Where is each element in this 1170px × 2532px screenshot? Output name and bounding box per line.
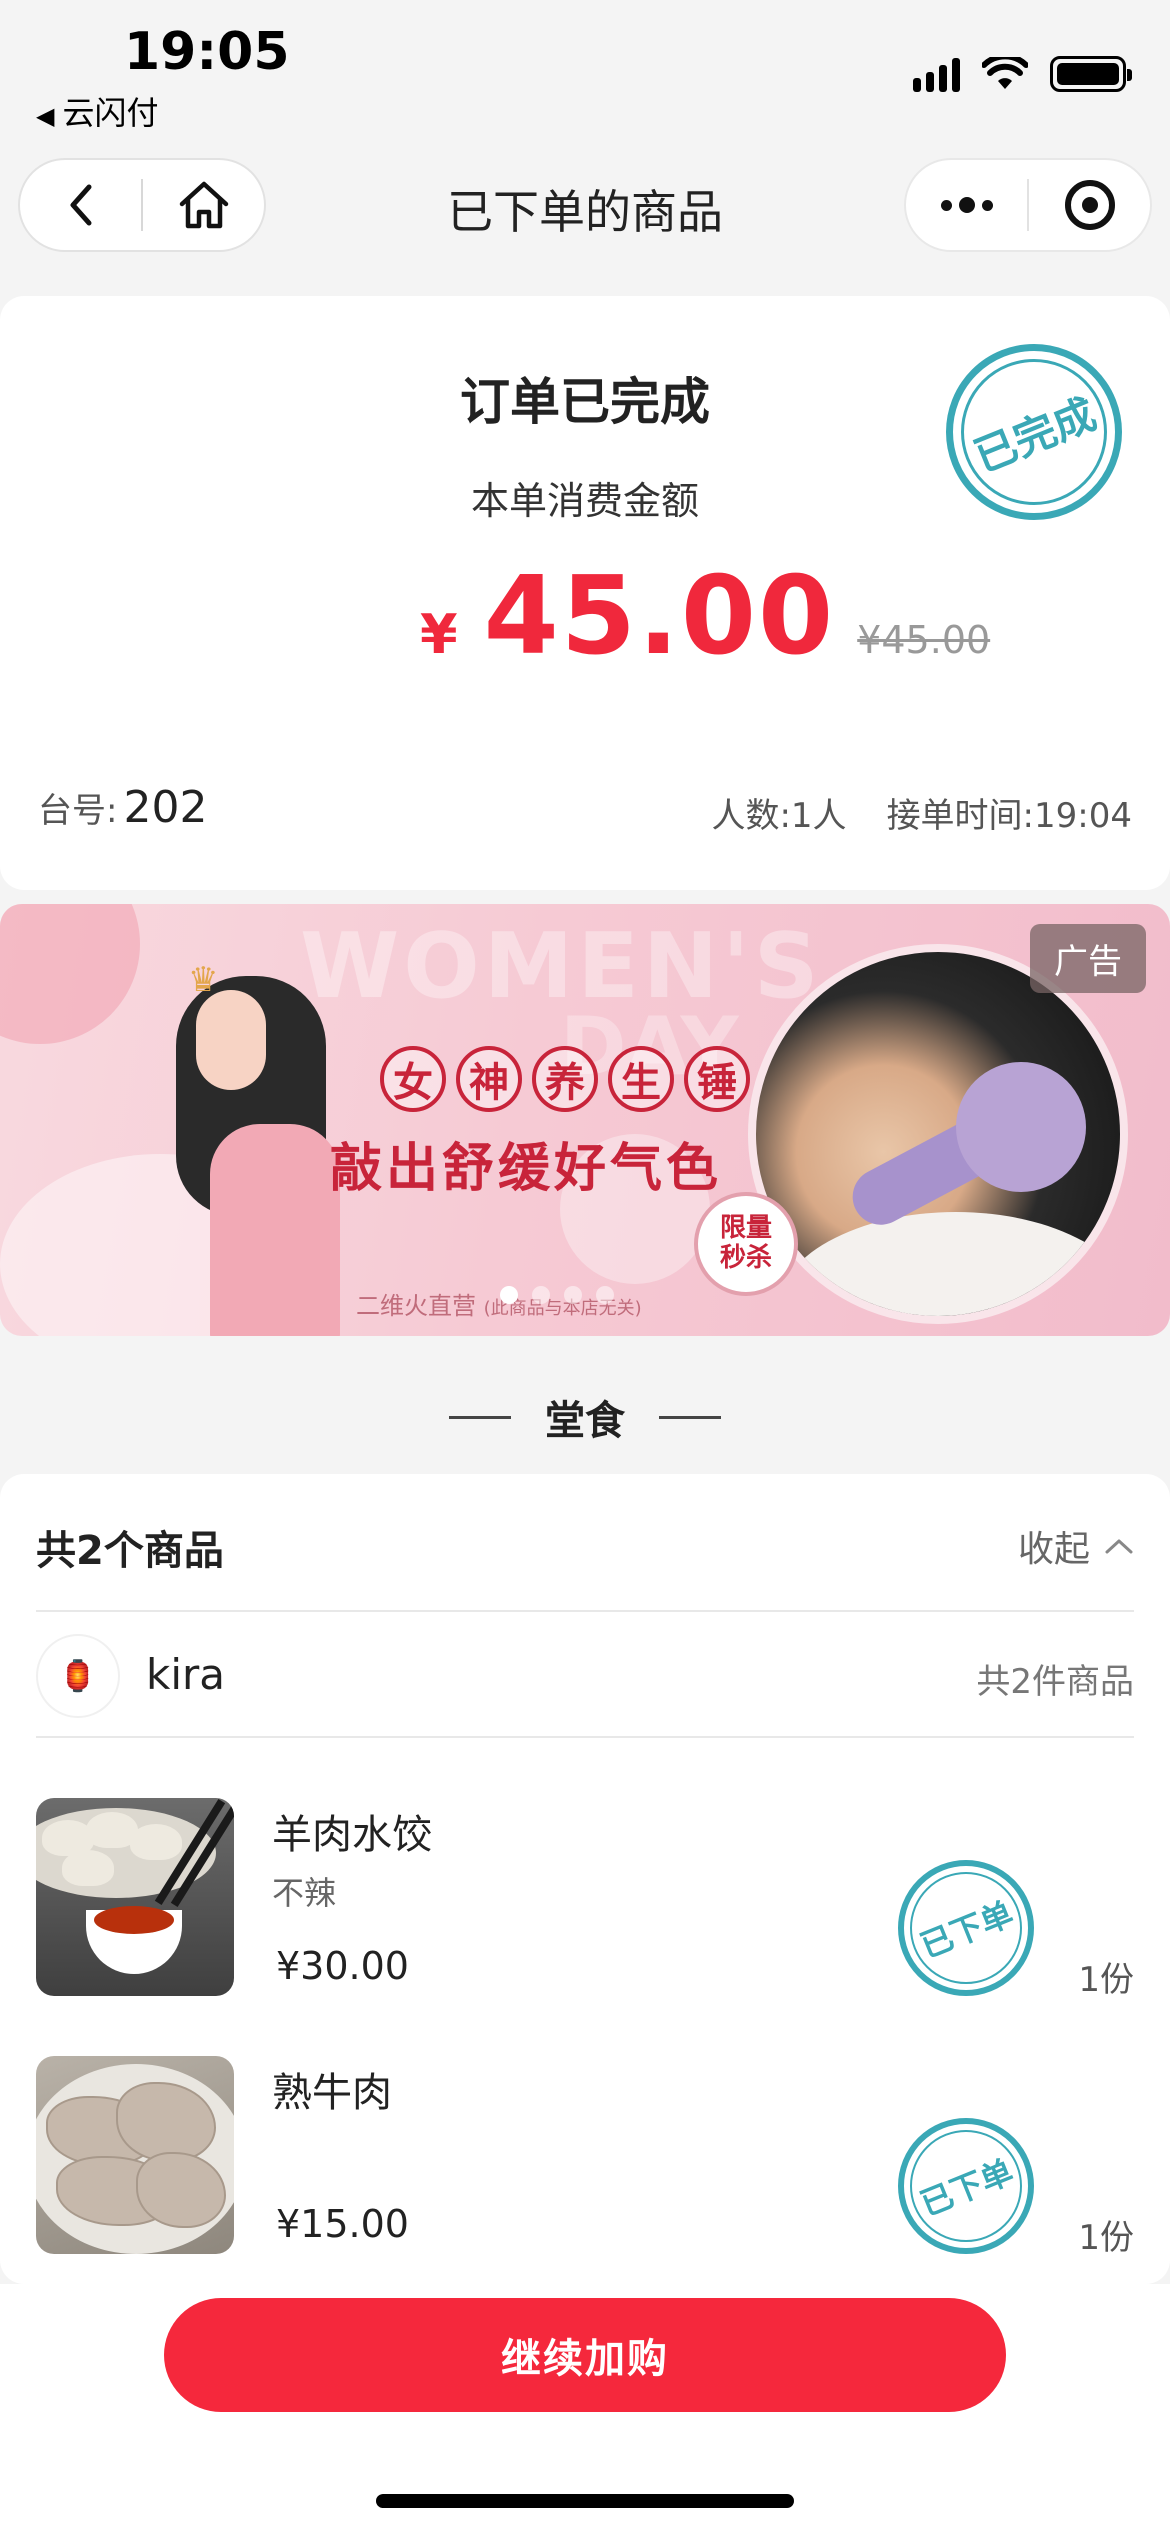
product-image	[36, 2056, 234, 2254]
wifi-icon	[982, 57, 1028, 91]
carousel-dot[interactable]	[596, 1286, 614, 1304]
collapse-label: 收起	[1017, 1529, 1090, 1570]
table-label: 台号:	[38, 791, 118, 831]
ad-headline-char: 神	[456, 1046, 522, 1112]
back-to-app-link[interactable]: ◀ 云闪付	[36, 88, 158, 134]
collapse-button[interactable]: 收起	[1018, 1520, 1134, 1572]
list-item[interactable]: 熟牛肉 ¥15.00 已下单 1份	[36, 2056, 1134, 2258]
navigation-bar: 已下单的商品	[0, 158, 1170, 256]
completed-stamp-text: 已完成	[967, 388, 1103, 482]
ad-decor-circle	[0, 904, 140, 1044]
ad-product-photo	[748, 944, 1128, 1324]
items-header: 共2个商品 收起	[36, 1474, 1134, 1612]
back-app-label: 云闪付	[62, 94, 159, 132]
people-count: 人数:1人	[711, 796, 847, 836]
product-image	[36, 1798, 234, 1996]
list-item[interactable]: 羊肉水饺 不辣 ¥30.00 已下单 1份	[36, 1798, 1134, 2000]
close-miniprogram-icon	[1064, 180, 1115, 230]
ordered-items-card: 共2个商品 收起 🏮 kira 共2件商品 羊肉水饺 不辣 ¥30.00 已下单…	[0, 1474, 1170, 2284]
completed-stamp: 已完成	[946, 344, 1122, 520]
product-quantity: 1份	[1078, 1960, 1134, 2000]
divider-line	[659, 1415, 721, 1419]
shop-row: 🏮 kira 共2件商品	[36, 1612, 1134, 1738]
status-bar: 19:05 ◀ 云闪付	[0, 0, 1170, 150]
ad-headline: 女 神 养 生 锤	[380, 1046, 750, 1112]
section-divider: 堂食	[0, 1388, 1170, 1446]
amount-row: ¥ 45.00 ¥45.00	[420, 554, 990, 679]
back-triangle-icon: ◀	[36, 102, 55, 130]
product-price: ¥15.00	[276, 2202, 409, 2246]
ordered-stamp-text: 已下单	[915, 1894, 1019, 1966]
product-name: 羊肉水饺	[272, 1812, 432, 1858]
shop-item-count: 共2件商品	[976, 1662, 1134, 1702]
ordered-stamp: 已下单	[898, 2118, 1034, 2254]
divider-line	[449, 1415, 511, 1419]
order-time: 接单时间:19:04	[886, 796, 1132, 836]
close-miniprogram-button[interactable]	[1029, 160, 1150, 250]
ad-tag: 广告	[1030, 924, 1146, 993]
ad-carousel-dots[interactable]	[500, 1286, 614, 1304]
ad-illustration-face	[196, 990, 266, 1090]
ad-headline-char: 养	[532, 1046, 598, 1112]
table-number: 202	[123, 782, 208, 833]
ordered-stamp: 已下单	[898, 1860, 1034, 1996]
ad-headline-char: 生	[608, 1046, 674, 1112]
carousel-dot-active[interactable]	[500, 1286, 518, 1304]
original-amount: ¥45.00	[857, 618, 991, 662]
order-meta: 人数:1人 接单时间:19:04	[711, 788, 1132, 837]
product-quantity: 1份	[1078, 2218, 1134, 2258]
ad-footer-brand: 二维火直营	[356, 1292, 476, 1320]
crown-icon: ♛	[188, 960, 219, 1000]
order-summary-card: 订单已完成 本单消费金额 ¥ 45.00 ¥45.00 已完成 台号: 202 …	[0, 296, 1170, 890]
shop-avatar: 🏮	[36, 1634, 120, 1718]
ad-headline-char: 女	[380, 1046, 446, 1112]
continue-ordering-button[interactable]: 继续加购	[164, 2298, 1006, 2412]
bottom-bar: 继续加购	[0, 2284, 1170, 2532]
shop-name: kira	[146, 1650, 225, 1699]
status-time: 19:05	[124, 22, 290, 82]
ordered-stamp-text: 已下单	[915, 2152, 1019, 2224]
signal-icon	[913, 56, 960, 92]
table-info: 台号: 202	[38, 782, 207, 833]
carousel-dot[interactable]	[532, 1286, 550, 1304]
more-icon	[940, 197, 993, 213]
ad-banner[interactable]: WOMEN'S DAY ♛ 女 神 养 生 锤 敲出舒缓好气色 限量 秒杀 二维火…	[0, 904, 1170, 1336]
home-indicator[interactable]	[376, 2494, 794, 2508]
status-icons	[913, 56, 1132, 92]
items-count: 共2个商品	[36, 1528, 224, 1574]
chevron-up-icon	[1105, 1539, 1133, 1554]
product-spec: 不辣	[272, 1874, 337, 1912]
more-button[interactable]	[906, 160, 1027, 250]
ad-seal-line: 限量	[719, 1213, 772, 1244]
currency-symbol: ¥	[420, 603, 458, 666]
ad-illustration-body	[210, 1124, 340, 1336]
carousel-dot[interactable]	[564, 1286, 582, 1304]
battery-icon	[1050, 56, 1132, 92]
section-title: 堂食	[545, 1398, 625, 1444]
product-name: 熟牛肉	[272, 2070, 392, 2116]
ad-subline: 敲出舒缓好气色	[330, 1139, 723, 1199]
ad-seal-line: 秒杀	[719, 1243, 772, 1273]
product-price: ¥30.00	[276, 1944, 409, 1988]
ad-headline-char: 锤	[684, 1046, 750, 1112]
ad-flash-sale-seal: 限量 秒杀	[694, 1192, 798, 1296]
total-amount: 45.00	[483, 554, 836, 679]
nav-right-capsule	[904, 158, 1152, 252]
